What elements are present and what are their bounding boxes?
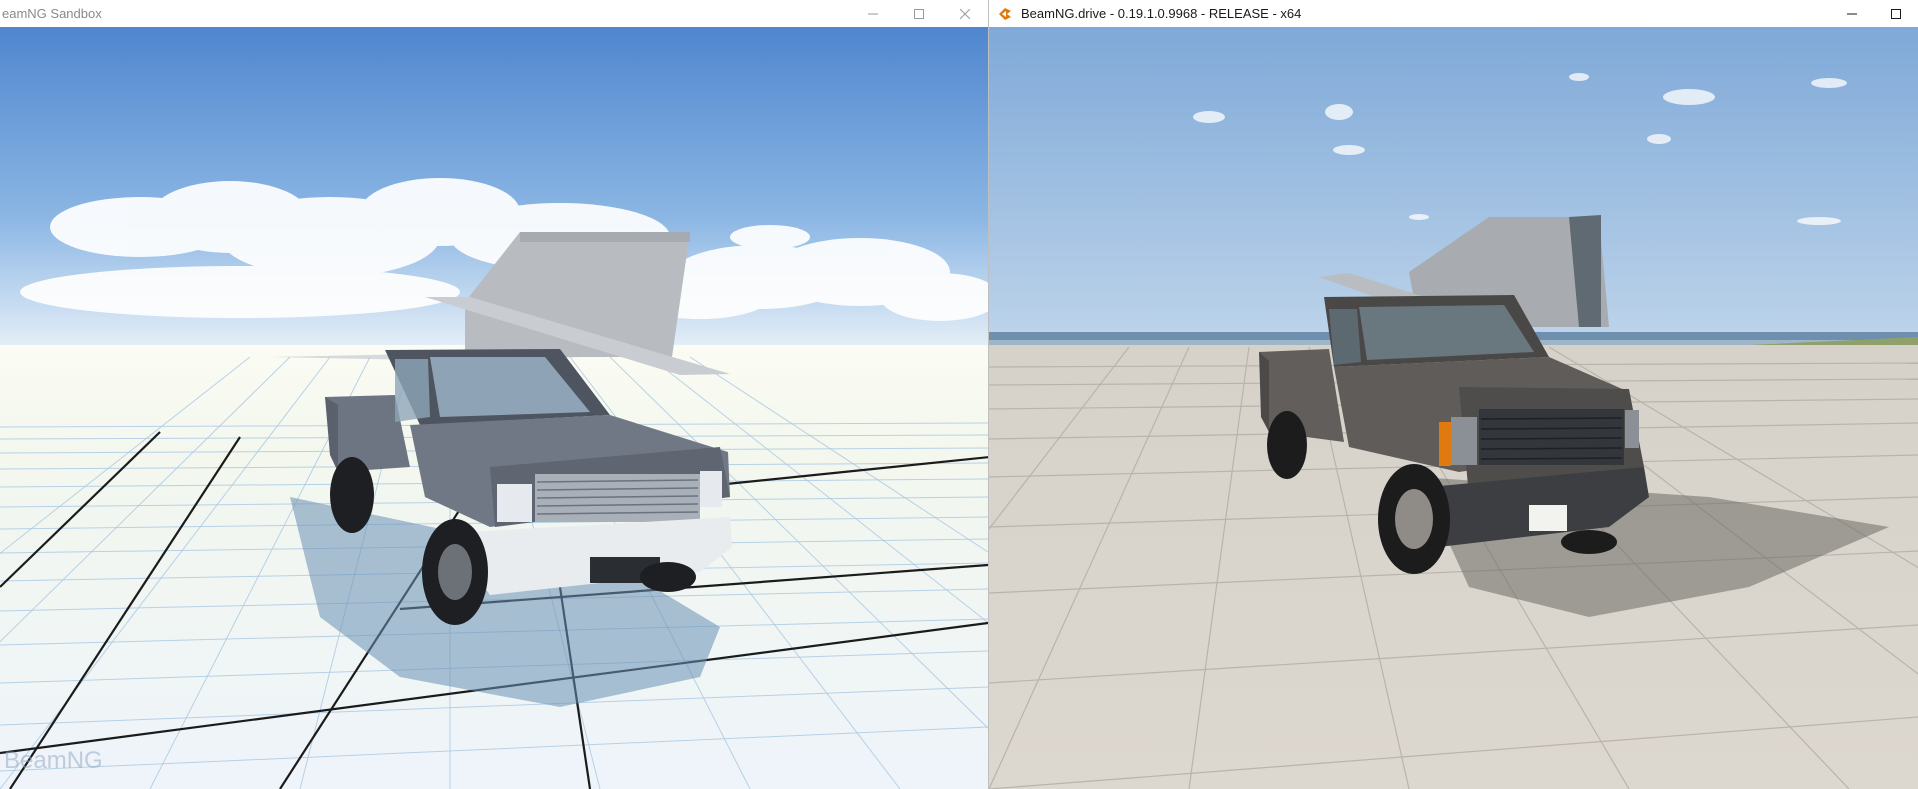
drive-maximize-button[interactable] [1874, 0, 1918, 27]
drive-minimize-button[interactable] [1830, 0, 1874, 27]
sandbox-maximize-button[interactable] [896, 0, 942, 27]
desktop: eamNG Sandbox BeamNG BeamNG.drive - 0.19… [0, 0, 1918, 789]
beamng-drive-window[interactable]: BeamNG.drive - 0.19.1.0.9968 - RELEASE -… [989, 0, 1918, 789]
sandbox-window-title: eamNG Sandbox [2, 6, 102, 21]
close-icon [960, 8, 970, 19]
sandbox-minimize-button[interactable] [850, 0, 896, 27]
minimize-icon [1847, 13, 1857, 14]
beamng-watermark: BeamNG [4, 747, 103, 774]
sandbox-window[interactable]: eamNG Sandbox BeamNG [0, 0, 989, 789]
sandbox-render-viewport[interactable]: BeamNG [0, 27, 988, 789]
drive-titlebar[interactable]: BeamNG.drive - 0.19.1.0.9968 - RELEASE -… [989, 0, 1918, 27]
maximize-icon [1891, 8, 1901, 19]
beamng-drive-icon [999, 7, 1011, 20]
drive-render-viewport[interactable] [989, 27, 1918, 789]
sandbox-scene [0, 27, 988, 789]
sandbox-titlebar[interactable]: eamNG Sandbox [0, 0, 988, 27]
drive-window-title: BeamNG.drive - 0.19.1.0.9968 - RELEASE -… [1021, 6, 1302, 21]
drive-window-controls [1830, 0, 1918, 27]
minimize-icon [868, 13, 878, 14]
drive-scene [989, 27, 1918, 789]
maximize-icon [914, 8, 924, 19]
sandbox-close-button[interactable] [942, 0, 988, 27]
sandbox-window-controls [850, 0, 988, 27]
